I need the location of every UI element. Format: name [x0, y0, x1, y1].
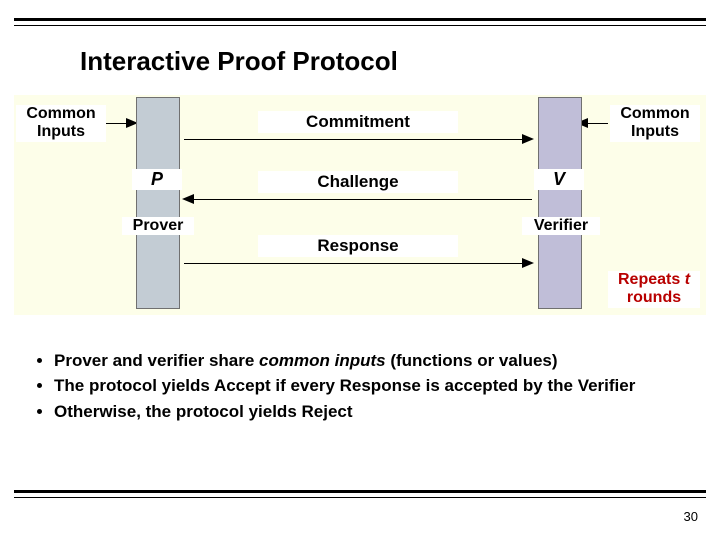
bullet-1: Prover and verifier share common inputs … [54, 350, 690, 371]
verifier-label: Verifier [522, 217, 600, 235]
bullet-1c: (functions or values) [386, 351, 558, 370]
response-arrow-head [522, 258, 534, 268]
commitment-arrow-head [522, 134, 534, 144]
page-number: 30 [684, 509, 698, 524]
commitment-arrow-line [184, 139, 524, 140]
page-title: Interactive Proof Protocol [80, 46, 398, 77]
bullet-2: The protocol yields Accept if every Resp… [54, 375, 690, 396]
response-arrow-line [184, 263, 524, 264]
bullet-1b: common inputs [259, 351, 386, 370]
prover-label: Prover [122, 217, 194, 235]
commitment-label: Commitment [258, 111, 458, 133]
response-label: Response [258, 235, 458, 257]
bullet-list: Prover and verifier share common inputs … [32, 350, 690, 426]
prover-box [136, 97, 180, 309]
bottom-rule [14, 490, 706, 498]
verifier-symbol: V [534, 169, 584, 190]
repeats-prefix: Repeats [618, 271, 685, 288]
protocol-diagram: Common Inputs Common Inputs Commitment C… [14, 95, 706, 315]
common-inputs-left: Common Inputs [16, 105, 106, 142]
challenge-arrow-line [192, 199, 532, 200]
repeats-t: t [685, 271, 690, 288]
common-inputs-right: Common Inputs [610, 105, 700, 142]
ci-left-arrow-line [106, 123, 128, 124]
bullet-1a: Prover and verifier share [54, 351, 259, 370]
challenge-arrow-head [182, 194, 194, 204]
prover-symbol: P [132, 169, 182, 190]
top-rule [14, 18, 706, 26]
challenge-label: Challenge [258, 171, 458, 193]
repeats-note: Repeats t rounds [608, 271, 700, 308]
repeats-suffix: rounds [627, 289, 681, 306]
verifier-box [538, 97, 582, 309]
bullet-3: Otherwise, the protocol yields Reject [54, 401, 690, 422]
